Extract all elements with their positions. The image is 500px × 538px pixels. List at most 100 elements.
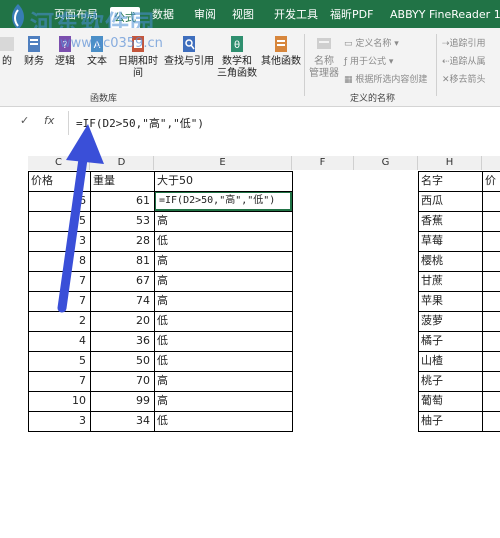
column-header-f[interactable]: F [292,156,354,170]
trace-dependents-button[interactable]: ⇠追踪从属 [442,54,486,67]
finance-button[interactable]: 财务 [22,34,46,68]
cell-h11[interactable]: 桃子 [418,371,482,391]
table-border-line [28,271,292,272]
cell-d13[interactable]: 34 [90,411,154,431]
cell-e11[interactable]: 高 [154,371,292,391]
cell-c2[interactable]: 6 [28,191,90,211]
cell-c5[interactable]: 8 [28,251,90,271]
cell-h7[interactable]: 苹果 [418,291,482,311]
ribbon-button-partial[interactable]: 的 [0,34,16,68]
create-from-selection-button[interactable]: ▦ 根据所选内容创建 [344,72,427,85]
tab-review[interactable]: 审阅 [194,6,216,24]
cell-c6[interactable]: 7 [28,271,90,291]
cell-c10[interactable]: 5 [28,351,90,371]
column-header-h[interactable]: H [418,156,482,170]
cell-d7[interactable]: 74 [90,291,154,311]
cell-d6[interactable]: 67 [90,271,154,291]
function-icon [0,37,14,51]
cell-h3[interactable]: 香蕉 [418,211,482,231]
column-header-e[interactable]: E [154,156,292,170]
cell-c3[interactable]: 5 [28,211,90,231]
tab-data[interactable]: 数据 [152,6,174,24]
cell-e8[interactable]: 低 [154,311,292,331]
define-name-button[interactable]: ▭ 定义名称 ▾ [344,36,399,49]
cell-d2[interactable]: 61 [90,191,154,211]
cell-h12[interactable]: 葡萄 [418,391,482,411]
cell-h2[interactable]: 西瓜 [418,191,482,211]
cell-h9[interactable]: 橘子 [418,331,482,351]
cell-h10[interactable]: 山楂 [418,351,482,371]
use-in-formula-button[interactable]: ƒ 用于公式 ▾ [344,54,393,67]
cell-c4[interactable]: 3 [28,231,90,251]
tab-abbyy[interactable]: ABBYY FineReader 12 [390,6,500,24]
tab-foxit-pdf[interactable]: 福昕PDF [330,6,373,24]
svg-text:θ: θ [234,40,240,51]
ribbon-separator [304,34,305,96]
cell-e1[interactable]: 大于50 [154,171,292,191]
cell-e3[interactable]: 高 [154,211,292,231]
trace-arrow-icon: ⇢ [442,39,450,49]
cell-e9[interactable]: 低 [154,331,292,351]
cell-i1[interactable]: 价 [482,171,500,191]
formula-input[interactable]: =IF(D2>50,"高","低") [76,115,204,131]
column-header-d[interactable]: D [90,156,154,170]
cell-c13[interactable]: 3 [28,411,90,431]
cell-c8[interactable]: 2 [28,311,90,331]
cell-d11[interactable]: 70 [90,371,154,391]
table-border-line [28,371,292,372]
table-border-line [28,191,292,192]
table-border-line [418,211,500,212]
cell-h8[interactable]: 菠萝 [418,311,482,331]
cell-c11[interactable]: 7 [28,371,90,391]
cell-c12[interactable]: 10 [28,391,90,411]
cell-d5[interactable]: 81 [90,251,154,271]
cell-c1[interactable]: 价格 [28,171,90,191]
column-header-g[interactable]: G [354,156,418,170]
math-trig-button[interactable]: θ 数学和 三角函数 [214,34,260,80]
cell-d1[interactable]: 重量 [90,171,154,191]
table-border-line [28,411,292,412]
cell-e5[interactable]: 高 [154,251,292,271]
cell-e4[interactable]: 低 [154,231,292,251]
other-functions-button[interactable]: 其他函数 [260,34,302,68]
cell-d8[interactable]: 20 [90,311,154,331]
cell-e7[interactable]: 高 [154,291,292,311]
cell-c7[interactable]: 7 [28,291,90,311]
group-label-function-library: 函数库 [90,94,118,104]
watermark-url: www.pc0359.cn [60,36,163,51]
tab-developer[interactable]: 开发工具 [274,6,318,24]
cell-e6[interactable]: 高 [154,271,292,291]
cell-e10[interactable]: 低 [154,351,292,371]
cell-e12[interactable]: 高 [154,391,292,411]
enter-check-icon[interactable]: ✓ [20,114,29,127]
name-manager-button[interactable]: 名称 管理器 [306,34,342,80]
cell-e13[interactable]: 低 [154,411,292,431]
tab-view[interactable]: 视图 [232,6,254,24]
cell-d4[interactable]: 28 [90,231,154,251]
table-border-line [418,231,500,232]
column-header-c[interactable]: C [28,156,90,170]
cell-h1[interactable]: 名字 [418,171,482,191]
cell-e2[interactable]: =IF(D2>50,"高","低") [154,191,292,211]
column-header-i-partial[interactable] [482,156,500,170]
cell-d12[interactable]: 99 [90,391,154,411]
cell-d9[interactable]: 36 [90,331,154,351]
lookup-book-icon [183,36,195,52]
cell-h4[interactable]: 草莓 [418,231,482,251]
trace-precedents-button[interactable]: ⇢追踪引用 [442,36,486,49]
cell-h13[interactable]: 柚子 [418,411,482,431]
table-border-line [28,251,292,252]
cell-c9[interactable]: 4 [28,331,90,351]
cell-h5[interactable]: 樱桃 [418,251,482,271]
table-border-line [28,351,292,352]
lookup-reference-button[interactable]: 查找与引用 [164,34,214,68]
remove-arrows-button[interactable]: ✕移去箭头 [442,72,486,85]
cell-h6[interactable]: 甘蔗 [418,271,482,291]
insert-function-button[interactable]: fx [44,114,54,127]
cell-d3[interactable]: 53 [90,211,154,231]
table-border-line [28,291,292,292]
cell-d10[interactable]: 50 [90,351,154,371]
table-border-line [418,371,500,372]
table-border-line [418,351,500,352]
table-border-line [418,171,500,172]
